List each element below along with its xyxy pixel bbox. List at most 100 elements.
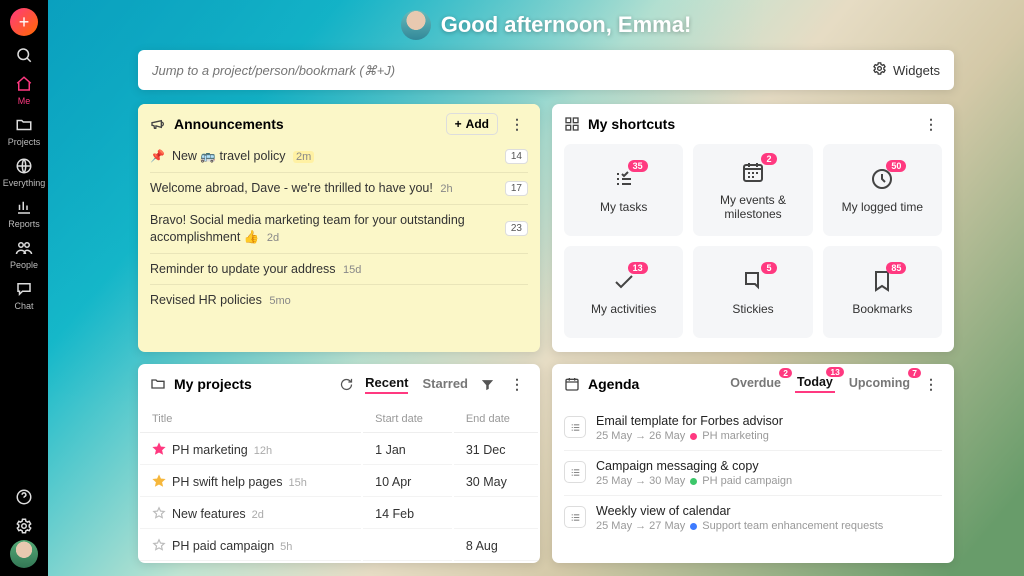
sidebar-item-everything[interactable]: Everything bbox=[2, 151, 46, 192]
count-badge: 50 bbox=[886, 160, 906, 172]
chat-icon bbox=[14, 279, 34, 299]
sidebar-settings[interactable] bbox=[2, 511, 46, 540]
agenda-tab-overdue[interactable]: Overdue2 bbox=[728, 376, 783, 392]
add-announcement-button[interactable]: +Add bbox=[446, 113, 498, 135]
tab-starred[interactable]: Starred bbox=[422, 376, 468, 393]
agenda-item[interactable]: Campaign messaging & copy25 May → 30 May… bbox=[564, 450, 942, 495]
shortcut-label: My logged time bbox=[842, 200, 923, 214]
tab-recent[interactable]: Recent bbox=[365, 375, 408, 394]
count-badge: 13 bbox=[628, 262, 648, 274]
project-age: 12h bbox=[254, 445, 272, 457]
agenda-item[interactable]: Email template for Forbes advisor25 May … bbox=[564, 406, 942, 450]
announcement-item[interactable]: Revised HR policies 5mo bbox=[150, 284, 528, 316]
shortcut-icon: 35 bbox=[611, 167, 637, 193]
announcement-text: Revised HR policies 5mo bbox=[150, 292, 528, 309]
shortcut-icon: 13 bbox=[611, 269, 637, 295]
project-dot bbox=[690, 433, 697, 440]
sidebar-item-people[interactable]: People bbox=[2, 233, 46, 274]
count-badge: 17 bbox=[505, 181, 528, 196]
shortcut-label: My activities bbox=[591, 302, 656, 316]
project-row[interactable]: PH marketing12h1 Jan31 Dec bbox=[140, 435, 538, 465]
more-icon[interactable]: ⋮ bbox=[506, 373, 528, 395]
project-row[interactable]: PH swift help pages15h10 Apr30 May bbox=[140, 467, 538, 497]
greeting-avatar bbox=[401, 10, 431, 40]
project-row[interactable]: New features2d14 Feb bbox=[140, 499, 538, 529]
count-badge: 7 bbox=[908, 368, 921, 378]
shortcut-icon: 2 bbox=[740, 160, 766, 186]
shortcut-stickies[interactable]: 5Stickies bbox=[693, 246, 812, 338]
project-dot bbox=[690, 478, 697, 485]
greeting: Good afternoon, Emma! bbox=[138, 10, 954, 40]
pin-icon: 📌 bbox=[150, 149, 165, 163]
star-icon[interactable] bbox=[152, 474, 166, 488]
shortcut-my-tasks[interactable]: 35My tasks bbox=[564, 144, 683, 236]
sidebar-item-reports[interactable]: Reports bbox=[2, 192, 46, 233]
shortcut-bookmarks[interactable]: 85Bookmarks bbox=[823, 246, 942, 338]
agenda-tab-today[interactable]: Today13 bbox=[795, 375, 835, 393]
announcement-meta: 2m bbox=[293, 151, 314, 163]
agenda-item-sub: 25 May → 27 May Support team enhancement… bbox=[596, 520, 883, 532]
sidebar-help[interactable] bbox=[2, 482, 46, 511]
col-end: End date bbox=[454, 406, 538, 433]
projects-card: My projects Recent Starred ⋮ Title bbox=[138, 364, 540, 563]
agenda-item-sub: 25 May → 30 May PH paid campaign bbox=[596, 475, 792, 487]
task-icon bbox=[564, 461, 586, 483]
globe-icon bbox=[14, 156, 34, 176]
shortcuts-card: My shortcuts ⋮ 35My tasks2My events & mi… bbox=[552, 104, 954, 352]
megaphone-icon bbox=[150, 116, 166, 132]
count-badge: 13 bbox=[826, 367, 843, 377]
add-button[interactable]: + bbox=[10, 8, 38, 36]
shortcut-my-logged-time[interactable]: 50 My logged time bbox=[823, 144, 942, 236]
filter-icon[interactable] bbox=[476, 373, 498, 395]
announcement-item[interactable]: Welcome abroad, Dave - we're thrilled to… bbox=[150, 172, 528, 204]
shortcut-label: Bookmarks bbox=[852, 302, 912, 316]
announcement-meta: 2d bbox=[267, 232, 279, 244]
user-avatar[interactable] bbox=[10, 540, 38, 568]
refresh-icon[interactable] bbox=[335, 373, 357, 395]
sidebar-item-me[interactable]: Me bbox=[2, 69, 46, 110]
agenda-item[interactable]: Weekly view of calendar25 May → 27 May S… bbox=[564, 495, 942, 540]
star-icon[interactable] bbox=[152, 442, 166, 456]
searchbar[interactable]: Widgets bbox=[138, 50, 954, 90]
help-icon bbox=[14, 487, 34, 507]
announcement-text: New 🚌 travel policy 2m bbox=[172, 148, 498, 165]
announcement-item[interactable]: Reminder to update your address 15d bbox=[150, 253, 528, 285]
star-icon[interactable] bbox=[152, 538, 166, 552]
count-badge: 2 bbox=[761, 153, 777, 165]
more-icon[interactable]: ⋮ bbox=[506, 113, 528, 135]
search-input[interactable] bbox=[152, 63, 872, 78]
shortcut-my-events-milestones[interactable]: 2My events & milestones bbox=[693, 144, 812, 236]
agenda-item-title: Email template for Forbes advisor bbox=[596, 414, 783, 428]
sidebar-item-label: Projects bbox=[8, 137, 41, 147]
widgets-label: Widgets bbox=[893, 63, 940, 78]
sidebar-item-label: Reports bbox=[8, 219, 40, 229]
count-badge: 2 bbox=[779, 368, 792, 378]
sidebar-item-label: Everything bbox=[3, 178, 46, 188]
shortcut-my-activities[interactable]: 13 My activities bbox=[564, 246, 683, 338]
sidebar-item-projects[interactable]: Projects bbox=[2, 110, 46, 151]
announcement-item[interactable]: 📌New 🚌 travel policy 2m14 bbox=[150, 141, 528, 172]
more-icon[interactable]: ⋮ bbox=[920, 113, 942, 135]
announcement-text: Reminder to update your address 15d bbox=[150, 261, 528, 278]
count-badge: 5 bbox=[761, 262, 777, 274]
count-badge: 23 bbox=[505, 221, 528, 236]
more-icon[interactable]: ⋮ bbox=[920, 373, 942, 395]
col-title: Title bbox=[140, 406, 361, 433]
shortcut-icon: 50 bbox=[869, 167, 895, 193]
agenda-tab-upcoming[interactable]: Upcoming7 bbox=[847, 376, 912, 392]
star-icon[interactable] bbox=[152, 506, 166, 520]
announcement-item[interactable]: Bravo! Social media marketing team for y… bbox=[150, 204, 528, 253]
project-row[interactable]: PH paid campaign5h8 Aug bbox=[140, 531, 538, 561]
agenda-title: Agenda bbox=[588, 376, 639, 392]
sidebar-search[interactable] bbox=[2, 40, 46, 69]
chart-icon bbox=[14, 197, 34, 217]
project-age: 15h bbox=[288, 477, 306, 489]
sidebar-item-chat[interactable]: Chat bbox=[2, 274, 46, 315]
shortcut-icon: 5 bbox=[740, 269, 766, 295]
announcement-meta: 5mo bbox=[269, 295, 290, 307]
task-icon bbox=[564, 506, 586, 528]
widgets-button[interactable]: Widgets bbox=[872, 61, 940, 79]
gear-icon bbox=[872, 61, 887, 79]
people-icon bbox=[14, 238, 34, 258]
gear-icon bbox=[14, 516, 34, 536]
